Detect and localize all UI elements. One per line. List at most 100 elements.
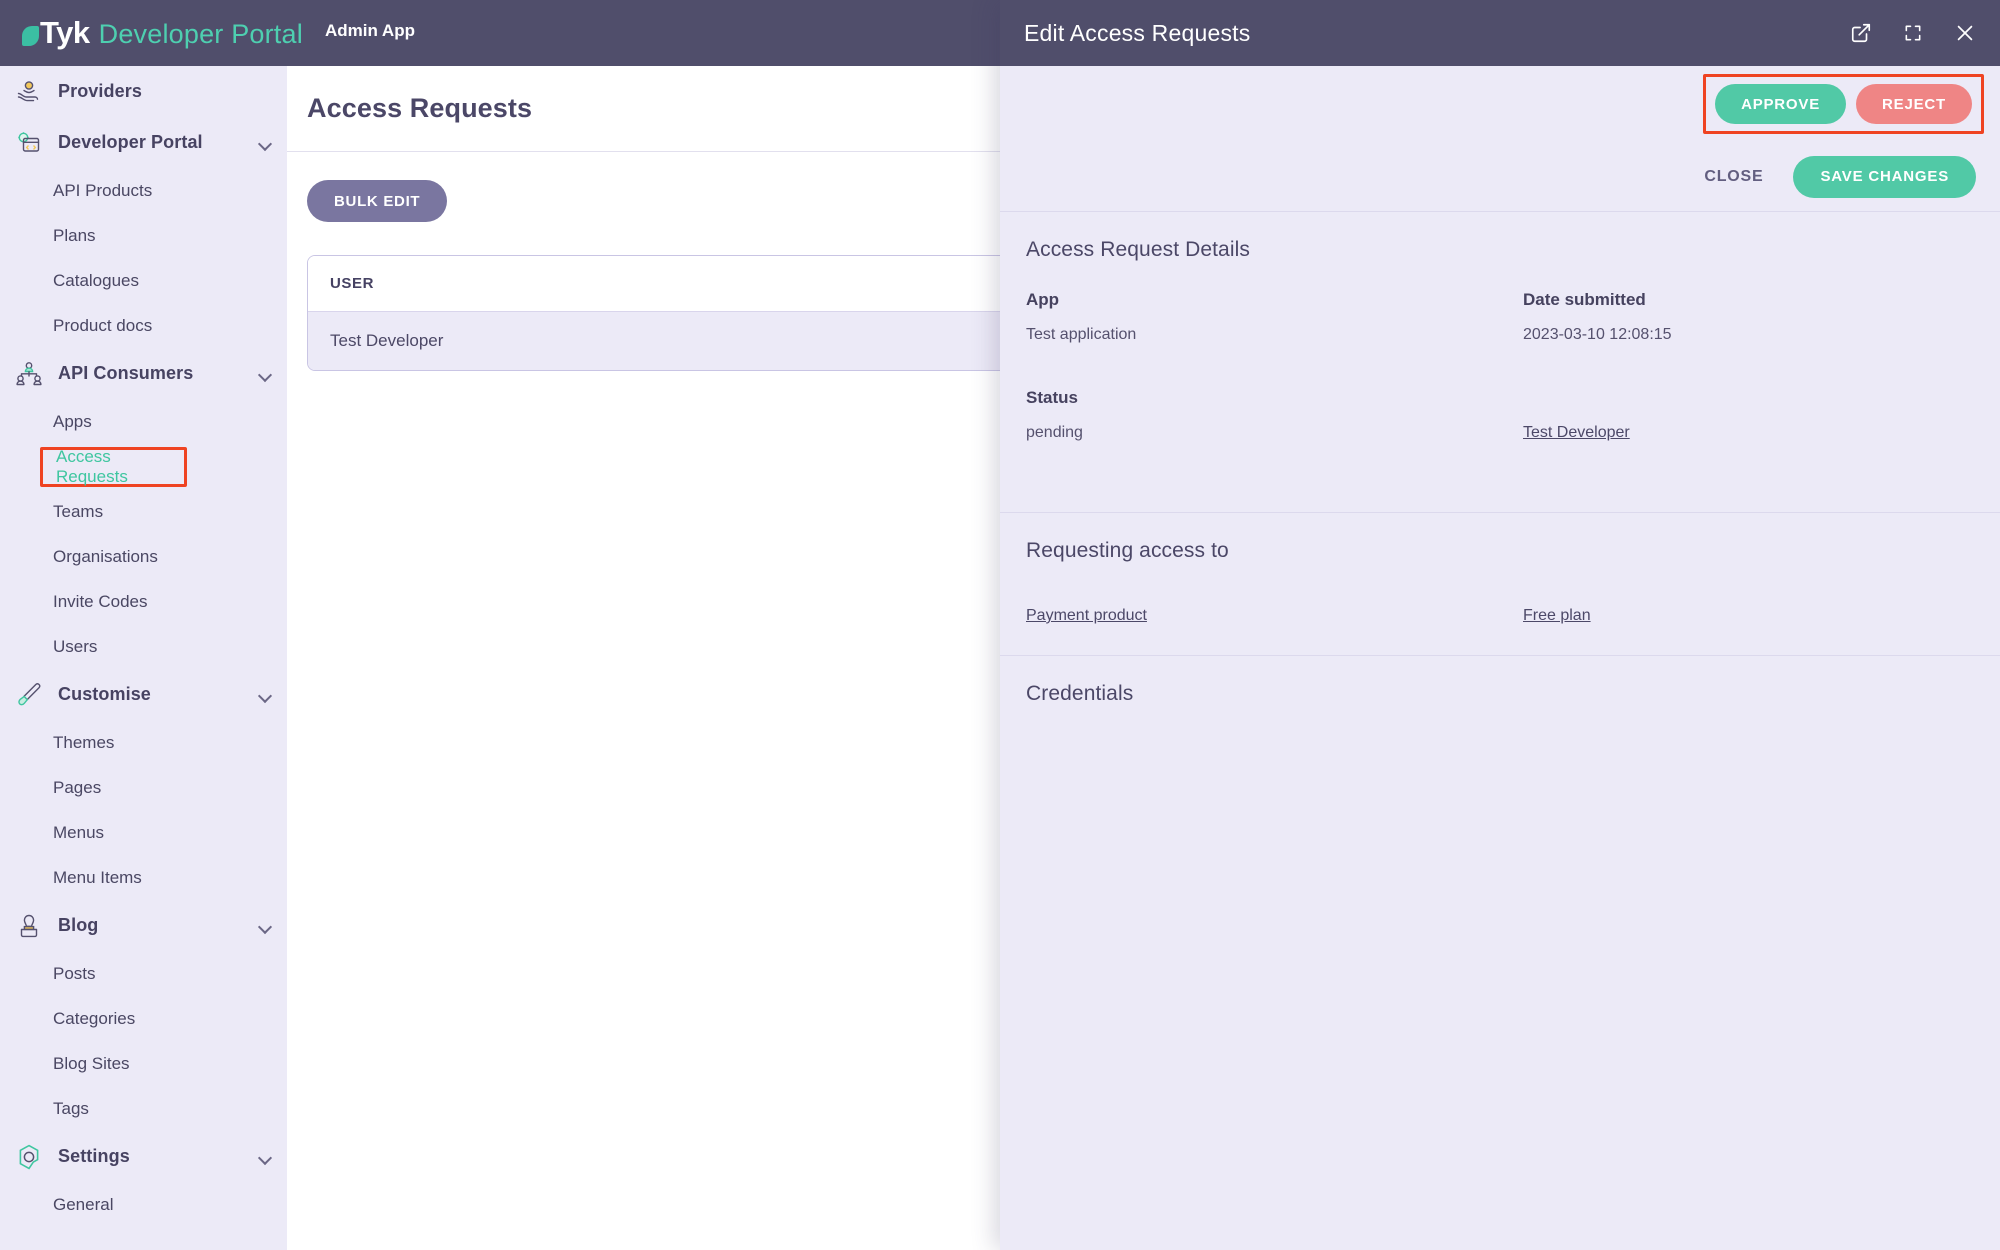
approve-reject-highlight-box: APPROVE REJECT [1703, 74, 1984, 134]
value-developer-link-cell: Test Developer [1523, 424, 1974, 482]
close-button[interactable]: CLOSE [1704, 168, 1763, 186]
developer-portal-icon [14, 128, 44, 158]
sidebar-item-settings[interactable]: Settings [0, 1131, 287, 1182]
label-date-submitted: Date submitted [1523, 290, 1974, 322]
sidebar-item-pages[interactable]: Pages [0, 765, 287, 810]
sidebar-item-label: Pages [53, 778, 101, 798]
sidebar-item-general[interactable]: General [0, 1182, 287, 1227]
tyk-logo[interactable]: Tyk Developer Portal [22, 15, 303, 51]
sidebar-item-customise[interactable]: Customise [0, 669, 287, 720]
providers-icon [14, 77, 44, 107]
approve-button[interactable]: APPROVE [1715, 84, 1846, 124]
app-root: Tyk Developer Portal Admin App Providers… [0, 0, 2000, 1250]
sidebar-nav[interactable]: Providers Developer Portal API Products Pla… [0, 66, 287, 1250]
sidebar-item-label: Product docs [53, 316, 152, 336]
sidebar-item-themes[interactable]: Themes [0, 720, 287, 765]
sidebar-item-api-products[interactable]: API Products [0, 168, 287, 213]
sidebar-item-wrapper-access-requests: Access Requests [0, 444, 287, 489]
cell-user: Test Developer [308, 312, 1036, 371]
sidebar-item-users[interactable]: Users [0, 624, 287, 669]
edit-access-request-drawer: Edit Access Requests [1000, 0, 2000, 1250]
blog-icon [14, 911, 44, 941]
sidebar-item-label: Organisations [53, 547, 158, 567]
sidebar-item-label: Menus [53, 823, 104, 843]
sidebar-group-blog: Blog Posts Categories Blog Sites Tags [0, 900, 287, 1131]
sidebar-item-developer-portal[interactable]: Developer Portal [0, 117, 287, 168]
sidebar-item-apps[interactable]: Apps [0, 399, 287, 444]
label-status-spacer [1523, 388, 1974, 420]
sidebar-item-label: Blog Sites [53, 1054, 130, 1074]
sidebar-group-label: Providers [58, 81, 273, 102]
plan-link-cell: Free plan [1523, 607, 1974, 625]
sidebar-item-label: Categories [53, 1009, 135, 1029]
sidebar-item-organisations[interactable]: Organisations [0, 534, 287, 579]
sidebar-item-label: Users [53, 637, 97, 657]
requesting-section-title: Requesting access to [1026, 539, 1974, 563]
sidebar-item-tags[interactable]: Tags [0, 1086, 287, 1131]
sidebar-item-label: API Products [53, 181, 152, 201]
chevron-down-icon[interactable] [259, 136, 273, 150]
chevron-down-icon[interactable] [259, 1150, 273, 1164]
value-app: Test application [1026, 326, 1523, 384]
drawer-header: Edit Access Requests [1000, 0, 2000, 66]
product-link-cell: Payment product [1026, 607, 1523, 625]
value-status: pending [1026, 424, 1523, 482]
chevron-down-icon[interactable] [259, 919, 273, 933]
sidebar-group-label: Customise [58, 684, 259, 705]
sidebar-item-menus[interactable]: Menus [0, 810, 287, 855]
details-field-grid: App Date submitted Test application 2023… [1026, 290, 1974, 482]
section-requesting-access-to: Requesting access to Payment product Fre… [1000, 513, 2000, 656]
sidebar-item-blog-sites[interactable]: Blog Sites [0, 1041, 287, 1086]
bulk-edit-button[interactable]: BULK EDIT [307, 180, 447, 222]
sidebar-item-posts[interactable]: Posts [0, 951, 287, 996]
sidebar-item-teams[interactable]: Teams [0, 489, 287, 534]
close-icon[interactable] [1952, 20, 1978, 46]
sidebar-group-providers: Providers [0, 66, 287, 117]
admin-app-label: Admin App [325, 21, 415, 41]
payment-product-link[interactable]: Payment product [1026, 607, 1147, 624]
column-header-user[interactable]: USER [308, 256, 1036, 312]
sidebar-item-product-docs[interactable]: Product docs [0, 303, 287, 348]
sidebar-item-label: Teams [53, 502, 103, 522]
settings-gear-icon [14, 1142, 44, 1172]
drawer-header-icons [1848, 20, 1978, 46]
sidebar-group-settings: Settings General [0, 1131, 287, 1227]
chevron-down-icon[interactable] [259, 367, 273, 381]
sidebar-item-label: Themes [53, 733, 114, 753]
page-title: Access Requests [307, 93, 532, 124]
sidebar-item-providers[interactable]: Providers [0, 66, 287, 117]
developer-link[interactable]: Test Developer [1523, 424, 1630, 441]
sidebar-item-label: Catalogues [53, 271, 139, 291]
sidebar-item-plans[interactable]: Plans [0, 213, 287, 258]
brand-tyk-text: Tyk [40, 15, 90, 51]
open-external-icon[interactable] [1848, 20, 1874, 46]
sidebar-group-label: Settings [58, 1146, 259, 1167]
sidebar-item-access-requests[interactable]: Access Requests [40, 447, 187, 487]
sidebar-item-invite-codes[interactable]: Invite Codes [0, 579, 287, 624]
value-date-submitted: 2023-03-10 12:08:15 [1523, 326, 1974, 384]
drawer-title: Edit Access Requests [1024, 20, 1848, 47]
sidebar-item-label: Posts [53, 964, 96, 984]
sidebar-group-developer-portal: Developer Portal API Products Plans Catalog… [0, 117, 287, 348]
approve-reject-row: APPROVE REJECT [1000, 66, 2000, 142]
sidebar-item-catalogues[interactable]: Catalogues [0, 258, 287, 303]
drawer-save-row: CLOSE SAVE CHANGES [1000, 142, 2000, 212]
sidebar-item-label: Tags [53, 1099, 89, 1119]
fullscreen-icon[interactable] [1900, 20, 1926, 46]
sidebar-group-label: API Consumers [58, 363, 259, 384]
sidebar-group-customise: Customise Themes Pages Menus Menu Items [0, 669, 287, 900]
brand-developer-portal-text: Developer Portal [99, 19, 303, 50]
save-changes-button[interactable]: SAVE CHANGES [1793, 156, 1976, 198]
requesting-field-grid: Payment product Free plan [1026, 607, 1974, 625]
reject-button[interactable]: REJECT [1856, 84, 1972, 124]
chevron-down-icon[interactable] [259, 688, 273, 702]
sidebar-item-label: Plans [53, 226, 96, 246]
drawer-body: Access Request Details App Date submitte… [1000, 212, 2000, 1250]
free-plan-link[interactable]: Free plan [1523, 607, 1591, 624]
sidebar-item-categories[interactable]: Categories [0, 996, 287, 1041]
sidebar-item-blog[interactable]: Blog [0, 900, 287, 951]
section-credentials: Credentials [1000, 656, 2000, 736]
sidebar-item-api-consumers[interactable]: API Consumers [0, 348, 287, 399]
tyk-leaf-icon [22, 26, 39, 46]
sidebar-item-menu-items[interactable]: Menu Items [0, 855, 287, 900]
